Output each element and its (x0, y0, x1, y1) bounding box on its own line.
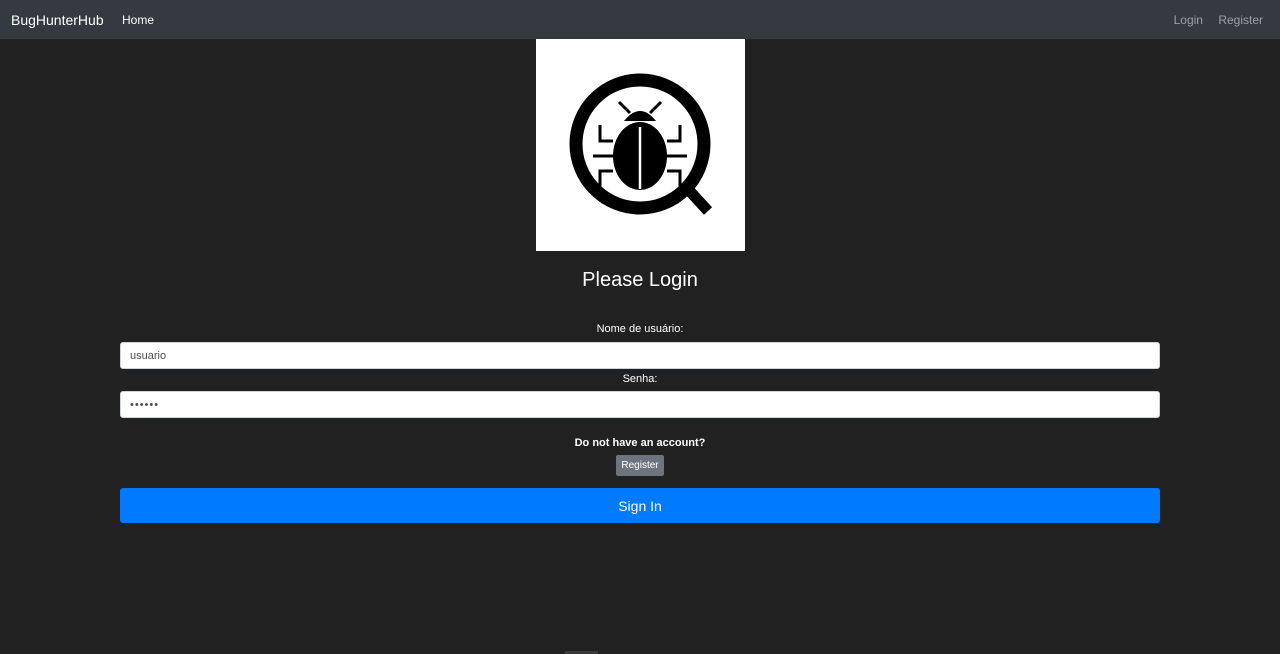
register-button[interactable]: Register (616, 455, 664, 476)
logo (536, 39, 745, 251)
username-label: Nome de usuário: (596, 323, 684, 335)
nav-right: Login Register (1162, 13, 1263, 28)
brand-link[interactable]: BugHunterHub (11, 11, 104, 29)
page-title: Please Login (582, 269, 698, 291)
nav-login-link[interactable]: Login (1174, 13, 1203, 27)
password-label: Senha: (622, 373, 658, 385)
username-input[interactable] (120, 342, 1160, 369)
top-navbar: BugHunterHub Home Login Register (0, 0, 1280, 39)
no-account-prompt: Do not have an account? (574, 437, 706, 449)
sign-in-button[interactable]: Sign In (120, 488, 1160, 523)
password-input[interactable] (120, 391, 1160, 418)
nav-home-link[interactable]: Home (122, 13, 154, 28)
bug-magnifier-icon (569, 73, 713, 215)
nav-register-link[interactable]: Register (1218, 13, 1263, 27)
